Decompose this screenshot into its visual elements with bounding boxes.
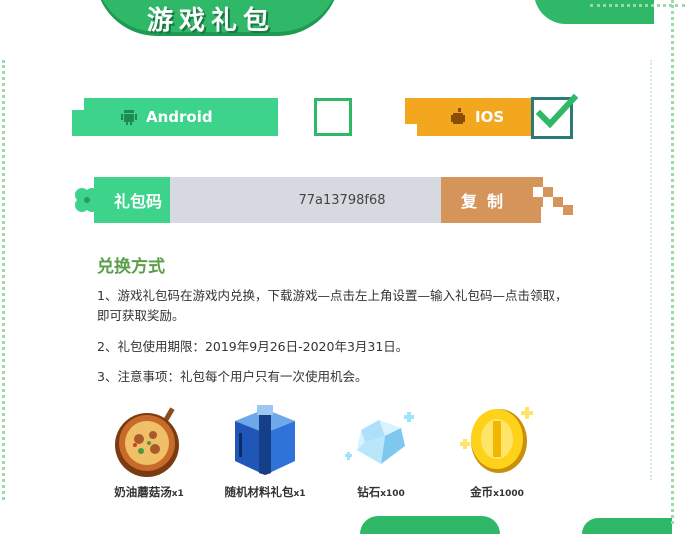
redeem-step: 3、注意事项：礼包每个用户只有一次使用机会。 bbox=[97, 369, 368, 384]
gold-coin-icon bbox=[442, 400, 552, 482]
decor-dots bbox=[590, 4, 685, 7]
gift-code-row: 礼包码 77a13798f68 复制 bbox=[72, 177, 582, 223]
android-icon bbox=[118, 106, 140, 128]
reward-item: 金币x1000 bbox=[442, 400, 552, 500]
reward-name: 金币x1000 bbox=[470, 485, 524, 499]
title-banner: 游戏礼包 bbox=[95, 0, 340, 36]
reward-item: 奶油蘑菇汤x1 bbox=[94, 400, 204, 500]
reward-name: 奶油蘑菇汤x1 bbox=[114, 485, 184, 499]
decor-leaf bbox=[360, 516, 500, 534]
ios-label: IOS bbox=[475, 108, 505, 126]
reward-name: 钻石x100 bbox=[357, 485, 405, 499]
android-label: Android bbox=[146, 108, 213, 126]
reward-item: 随机材料礼包x1 bbox=[210, 400, 320, 500]
diamond-icon bbox=[326, 400, 436, 482]
android-checkbox[interactable] bbox=[314, 98, 352, 136]
android-option[interactable]: Android bbox=[72, 98, 352, 136]
ios-checkbox[interactable] bbox=[531, 93, 578, 139]
decor-dots bbox=[2, 60, 5, 500]
gift-box-icon bbox=[210, 400, 320, 482]
page-title: 游戏礼包 bbox=[147, 6, 276, 36]
apple-icon bbox=[447, 106, 469, 128]
reward-name: 随机材料礼包x1 bbox=[224, 485, 306, 499]
gift-code-label: 礼包码 bbox=[94, 177, 170, 223]
redeem-step: 1、游戏礼包码在游戏内兑换，下载游戏—点击左上角设置—输入礼包码—点击领取，即可… bbox=[97, 288, 568, 323]
redeem-step: 2、礼包使用期限：2019年9月26日-2020年3月31日。 bbox=[97, 339, 409, 354]
decor-leaf bbox=[582, 518, 672, 534]
checkmark-icon bbox=[535, 93, 578, 129]
copy-button[interactable]: 复制 bbox=[441, 177, 533, 223]
decor-dots bbox=[671, 0, 674, 524]
ios-option[interactable]: IOS bbox=[405, 98, 533, 136]
redeem-heading: 兑换方式 bbox=[97, 257, 165, 277]
mushroom-soup-icon bbox=[94, 400, 204, 482]
decor-dots bbox=[650, 60, 652, 480]
reward-item: 钻石x100 bbox=[326, 400, 436, 500]
